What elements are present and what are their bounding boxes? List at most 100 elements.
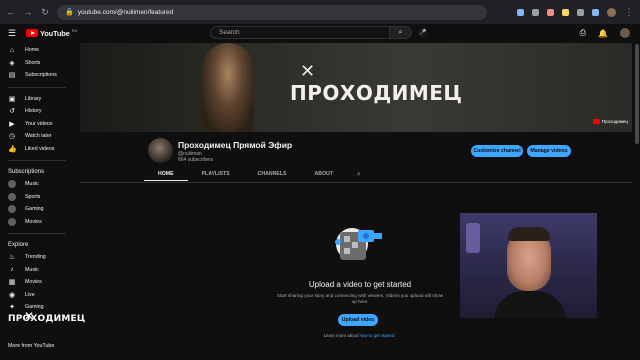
watch-later-icon: ◷ bbox=[8, 133, 16, 141]
sidebar-item-gaming[interactable]: ✦ Gaming bbox=[0, 301, 74, 314]
sidebar-item-home[interactable]: ⌂ Home bbox=[0, 44, 74, 57]
browser-profile-avatar[interactable] bbox=[607, 7, 616, 17]
sidebar-item-your-videos[interactable]: ▶ Your videos bbox=[0, 118, 74, 131]
extension-icon[interactable] bbox=[577, 8, 584, 16]
subscriptions-icon: ▤ bbox=[8, 72, 16, 80]
sidebar-item-label: Movies bbox=[25, 218, 42, 225]
sidebar-item-music[interactable]: ♪ Music bbox=[0, 264, 74, 277]
subscriber-count: 664 subscribers bbox=[178, 157, 214, 163]
address-bar[interactable]: 🔒 youtube.com/@nuliimen/featured bbox=[57, 4, 487, 20]
gaming-icon: ✦ bbox=[9, 304, 15, 312]
watermark-logo: ПРОХОДИМЕЦ bbox=[8, 314, 86, 324]
youtube-play-icon bbox=[26, 29, 38, 37]
youtube-logo[interactable]: YouTube RU bbox=[26, 28, 77, 38]
sidebar-item-label: Library bbox=[25, 95, 42, 102]
sidebar-item-subscriptions[interactable]: ▤ Subscriptions bbox=[0, 69, 74, 82]
sidebar-item-label: Liked videos bbox=[25, 145, 55, 152]
menu-icon[interactable]: ☰ bbox=[8, 28, 18, 39]
channel-avatar[interactable] bbox=[148, 138, 173, 163]
manage-videos-button[interactable]: Manage videos bbox=[527, 145, 571, 157]
back-icon[interactable]: ← bbox=[6, 7, 16, 17]
youtube-header: ☰ YouTube RU Search ⌕ 🎤 ⎙ 🔔 bbox=[0, 24, 640, 42]
forward-icon[interactable]: → bbox=[23, 7, 33, 17]
search-icon[interactable]: ⌕ bbox=[389, 27, 411, 38]
extension-icon[interactable] bbox=[547, 8, 554, 16]
sidebar-item-label: Shorts bbox=[25, 59, 41, 66]
account-avatar[interactable] bbox=[620, 28, 630, 38]
banner-person-image bbox=[202, 43, 254, 132]
music-icon: ♪ bbox=[10, 266, 14, 274]
sidebar-item-label: Subscriptions bbox=[25, 72, 57, 79]
microphone-icon[interactable]: 🎤 bbox=[418, 28, 428, 38]
sidebar-item-live[interactable]: ◉ Live bbox=[0, 289, 74, 302]
search-input[interactable]: Search bbox=[211, 29, 389, 36]
sidebar-item-shorts[interactable]: ◈ Shorts bbox=[0, 57, 74, 70]
history-icon: ↺ bbox=[9, 108, 15, 116]
tab-playlists[interactable]: PLAYLISTS bbox=[188, 168, 244, 181]
webcam-overlay bbox=[460, 213, 597, 318]
divider bbox=[8, 233, 66, 234]
sidebar-item-history[interactable]: ↺ History bbox=[0, 105, 74, 118]
sidebar-item-label: Live bbox=[25, 291, 35, 298]
sidebar-item-watch-later[interactable]: ◷ Watch later bbox=[0, 130, 74, 143]
upload-video-button[interactable]: Upload video bbox=[338, 314, 378, 326]
browser-menu-icon[interactable]: ⋮ bbox=[624, 7, 634, 18]
sidebar-subscription-movies[interactable]: Movies bbox=[0, 216, 74, 229]
channel-name: Проходимец Прямой Эфир bbox=[178, 140, 293, 150]
crossed-rifles-icon: ✕ bbox=[300, 61, 316, 81]
create-video-icon[interactable]: ⎙ bbox=[580, 28, 586, 38]
url-text: youtube.com/@nuliimen/featured bbox=[77, 8, 174, 16]
extension-icon[interactable] bbox=[592, 8, 599, 16]
empty-state-subtitle: Start sharing your story and connecting … bbox=[276, 293, 444, 304]
reload-icon[interactable]: ↻ bbox=[40, 7, 50, 18]
channel-avatar bbox=[8, 192, 16, 201]
streamer-body bbox=[494, 291, 566, 318]
your-videos-icon: ▶ bbox=[9, 120, 15, 128]
extension-icon[interactable] bbox=[562, 8, 569, 16]
sidebar-item-trending[interactable]: ♨ Trending bbox=[0, 251, 74, 264]
tab-channels[interactable]: CHANNELS bbox=[244, 168, 301, 181]
live-icon: ◉ bbox=[8, 291, 16, 299]
shorts-icon: ◈ bbox=[9, 59, 15, 67]
more-from-youtube-heading: More from YouTube bbox=[8, 343, 55, 349]
logo-text: YouTube bbox=[40, 28, 70, 38]
banner-brand-text: ПРОХОДИМЕЦ bbox=[290, 81, 463, 105]
how-to-get-started-link[interactable]: how to get started bbox=[359, 333, 394, 338]
lock-icon: 🔒 bbox=[65, 9, 74, 16]
customize-channel-button[interactable]: Customize channel bbox=[471, 145, 523, 157]
trending-icon: ♨ bbox=[8, 254, 16, 262]
sidebar-item-label: Trending bbox=[25, 254, 46, 261]
banner-channel-link[interactable]: Проходимец bbox=[592, 119, 628, 124]
sidebar: ⌂ Home ◈ Shorts ▤ Subscriptions ▣ Librar… bbox=[0, 44, 74, 360]
sidebar-subscription-gaming[interactable]: Gaming bbox=[0, 203, 74, 216]
subscriptions-heading: Subscriptions bbox=[8, 169, 45, 175]
sidebar-item-liked-videos[interactable]: 👍 Liked videos bbox=[0, 143, 74, 156]
sidebar-item-label: Music bbox=[25, 181, 39, 188]
liked-videos-icon: 👍 bbox=[8, 145, 17, 153]
banner-corner-label: Проходимец bbox=[601, 119, 628, 124]
explore-heading: Explore bbox=[8, 242, 29, 248]
tab-home[interactable]: HOME bbox=[144, 168, 188, 181]
channel-search-icon[interactable]: ⌕ bbox=[357, 171, 361, 179]
channel-avatar bbox=[8, 217, 16, 226]
channel-tabs: HOME PLAYLISTS CHANNELS ABOUT ⌕ bbox=[144, 168, 361, 181]
home-icon: ⌂ bbox=[9, 46, 15, 54]
channel-avatar bbox=[8, 180, 16, 189]
tab-about[interactable]: ABOUT bbox=[300, 168, 346, 181]
sidebar-item-movies[interactable]: ▦ Movies bbox=[0, 276, 74, 289]
upload-illustration bbox=[335, 228, 382, 260]
sidebar-item-label: Movies bbox=[25, 279, 42, 286]
notifications-bell-icon[interactable]: 🔔 bbox=[598, 29, 608, 38]
sidebar-subscription-music[interactable]: Music bbox=[0, 178, 74, 191]
scrollbar[interactable] bbox=[635, 44, 639, 144]
channel-banner: ✕ ПРОХОДИМЕЦ Проходимец bbox=[80, 43, 632, 132]
empty-state-title: Upload a video to get started bbox=[308, 280, 412, 289]
divider bbox=[8, 160, 66, 161]
sidebar-item-library[interactable]: ▣ Library bbox=[0, 93, 74, 106]
extension-icon[interactable] bbox=[517, 8, 524, 16]
movies-icon: ▦ bbox=[8, 279, 16, 287]
search-box[interactable]: Search ⌕ bbox=[210, 26, 412, 39]
sidebar-subscription-sports[interactable]: Sports bbox=[0, 191, 74, 204]
divider bbox=[8, 86, 66, 88]
extension-icon[interactable] bbox=[532, 8, 539, 16]
